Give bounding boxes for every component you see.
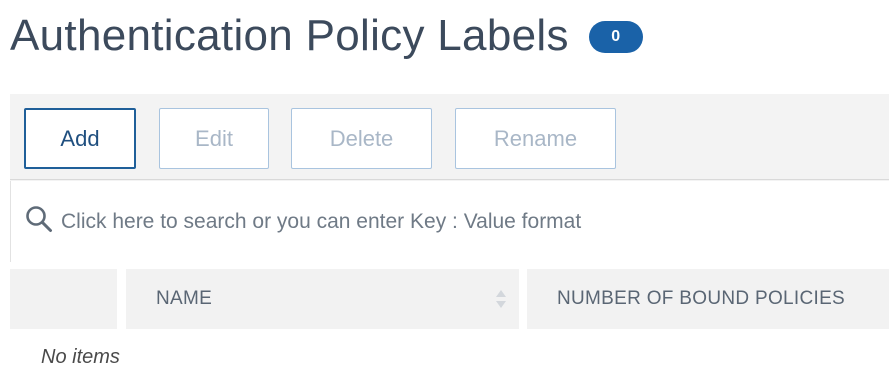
add-button[interactable]: Add [24,108,136,169]
edit-button[interactable]: Edit [159,108,269,169]
column-header-name[interactable]: NAME [126,269,519,329]
column-header-bound-policies[interactable]: NUMBER OF BOUND POLICIES [527,269,889,329]
toolbar: Add Edit Delete Rename [10,94,889,180]
select-column-header[interactable] [10,269,117,329]
page-title: Authentication Policy Labels [10,11,569,60]
search-icon[interactable] [11,205,53,238]
search-input[interactable]: Click here to search or you can enter Ke… [61,210,581,234]
list-panel: Add Edit Delete Rename Click here to sea… [10,94,889,262]
rename-button[interactable]: Rename [455,108,616,169]
column-label-name: NAME [156,288,213,309]
table-header: NAME NUMBER OF BOUND POLICIES [10,269,889,329]
count-badge: 0 [588,21,643,53]
page: Authentication Policy Labels 0 Add Edit … [0,0,889,369]
delete-button[interactable]: Delete [291,108,432,169]
search-bar[interactable]: Click here to search or you can enter Ke… [10,181,889,262]
column-label-bound-policies: NUMBER OF BOUND POLICIES [557,288,846,309]
page-header: Authentication Policy Labels 0 [10,8,643,64]
empty-table-message: No items [41,346,120,368]
